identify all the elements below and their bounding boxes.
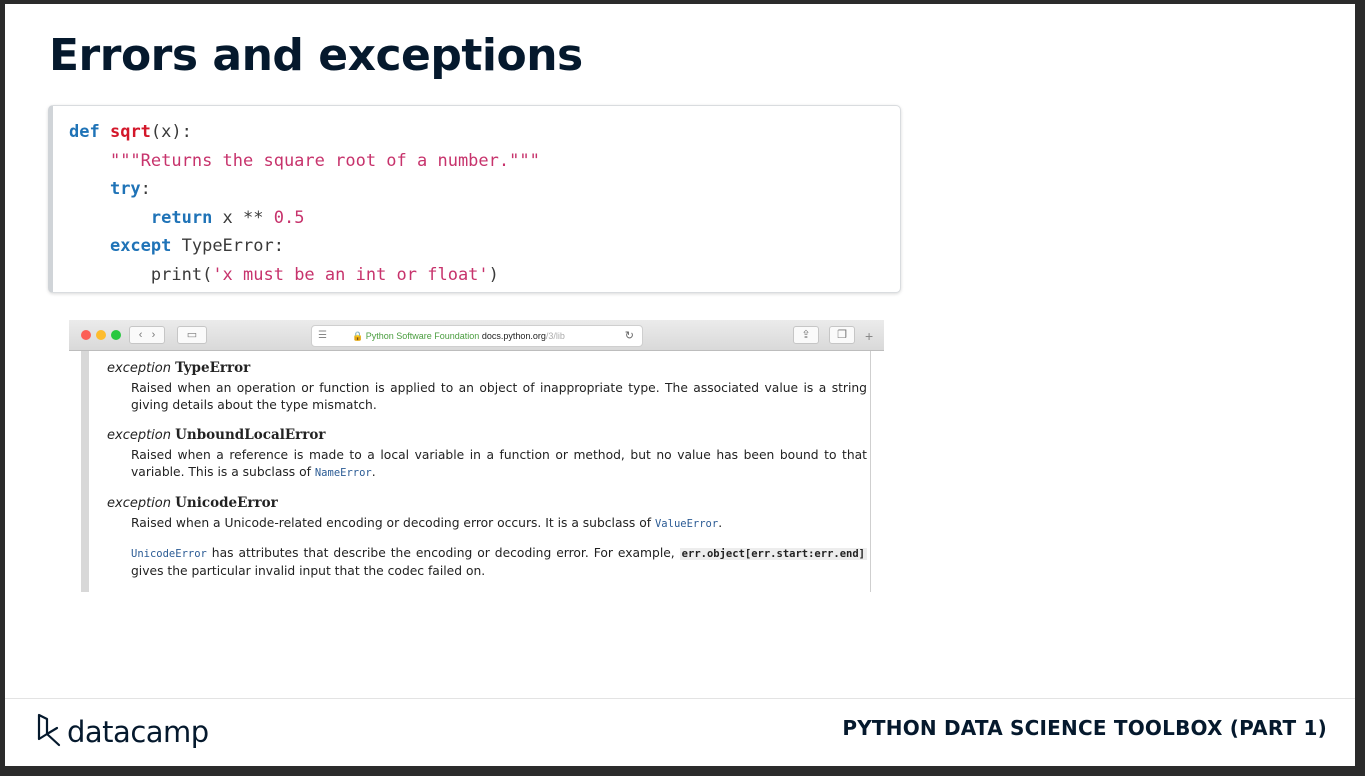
entry-description-end: . xyxy=(371,465,376,479)
sidebar-icon: ▭ xyxy=(186,329,198,341)
entry-name: UnboundLocalError xyxy=(175,427,326,443)
entry-description: Raised when an operation or function is … xyxy=(131,381,867,412)
entry-description: has attributes that describe the encodin… xyxy=(206,546,675,560)
browser-toolbar: ‹ › ▭ ☰ 🔒 Python Software Foundation doc… xyxy=(69,320,884,351)
chevron-left-icon[interactable]: ‹ xyxy=(139,329,143,341)
code-number: 0.5 xyxy=(273,207,305,228)
footer-divider xyxy=(5,698,1355,699)
code-keyword: try xyxy=(109,179,141,199)
new-tab-icon[interactable]: + xyxy=(865,328,873,344)
code-docstring: """Returns the square root of a number."… xyxy=(109,150,540,171)
entry-prefix: exception xyxy=(107,496,171,511)
browser-screenshot: ‹ › ▭ ☰ 🔒 Python Software Foundation doc… xyxy=(69,320,884,592)
code-function-name: sqrt xyxy=(109,122,151,142)
code-keyword: except xyxy=(109,236,172,256)
inline-code: err.object[err.start:err.end] xyxy=(679,548,867,560)
datacamp-logo-icon xyxy=(37,713,61,747)
code-keyword: return xyxy=(150,207,213,228)
tabs-button[interactable]: ❐ xyxy=(829,326,855,344)
code-keyword: def xyxy=(69,122,100,142)
entry-description: Raised when a reference is made to a loc… xyxy=(131,448,867,479)
maximize-window-icon[interactable] xyxy=(111,330,121,340)
site-domain: docs.python.org xyxy=(481,331,546,341)
tabs-icon: ❐ xyxy=(837,329,847,341)
sidebar-toggle-button[interactable]: ▭ xyxy=(177,326,207,344)
datacamp-logo-text: datacamp xyxy=(67,715,209,749)
share-icon: ⇪ xyxy=(801,329,811,341)
address-bar[interactable]: ☰ 🔒 Python Software Foundation docs.pyth… xyxy=(311,325,643,347)
unicodeerror-link[interactable]: UnicodeError xyxy=(131,548,207,560)
code-text: print( xyxy=(150,264,213,285)
code-text: x ** xyxy=(212,207,274,228)
entry-name: UnicodeError xyxy=(175,495,278,511)
code-text: ) xyxy=(488,264,499,285)
slide-title: Errors and exceptions xyxy=(49,30,583,81)
entry-description-end: gives the particular invalid input that … xyxy=(131,564,486,578)
site-organization: Python Software Foundation xyxy=(365,331,480,341)
valueerror-link[interactable]: ValueError xyxy=(655,518,718,530)
code-text: : xyxy=(140,179,151,199)
page-right-border xyxy=(870,351,871,592)
chevron-right-icon[interactable]: › xyxy=(152,329,156,341)
docs-entry-unboundlocalerror: exception UnboundLocalError Raised when … xyxy=(107,427,867,482)
docs-entry-typeerror: exception TypeError Raised when an opera… xyxy=(107,360,867,414)
back-forward-buttons[interactable]: ‹ › xyxy=(129,326,165,344)
code-string: 'x must be an int or float' xyxy=(212,264,489,285)
reader-mode-icon[interactable]: ☰ xyxy=(318,326,327,346)
reload-icon[interactable]: ↻ xyxy=(625,326,634,346)
close-window-icon[interactable] xyxy=(81,330,91,340)
code-text: (x): xyxy=(150,122,192,142)
entry-description-end: . xyxy=(718,516,723,530)
code-text: TypeError: xyxy=(171,236,284,256)
docs-content: exception TypeError Raised when an opera… xyxy=(107,360,867,592)
code-block: def sqrt(x): """Returns the square root … xyxy=(48,105,901,293)
entry-prefix: exception xyxy=(107,428,171,443)
docs-entry-unicodeerror: exception UnicodeError Raised when a Uni… xyxy=(107,495,867,580)
minimize-window-icon[interactable] xyxy=(96,330,106,340)
site-path: /3/lib xyxy=(545,331,565,341)
course-title: PYTHON DATA SCIENCE TOOLBOX (PART 1) xyxy=(842,716,1327,740)
nameerror-link[interactable]: NameError xyxy=(315,467,372,479)
entry-name: TypeError xyxy=(175,360,251,376)
share-button[interactable]: ⇪ xyxy=(793,326,819,344)
page-left-margin xyxy=(81,351,89,592)
entry-description: Raised when a Unicode-related encoding o… xyxy=(131,516,652,530)
lock-icon: 🔒 xyxy=(352,331,364,341)
entry-prefix: exception xyxy=(107,361,171,376)
slide: Errors and exceptions def sqrt(x): """Re… xyxy=(5,4,1355,766)
